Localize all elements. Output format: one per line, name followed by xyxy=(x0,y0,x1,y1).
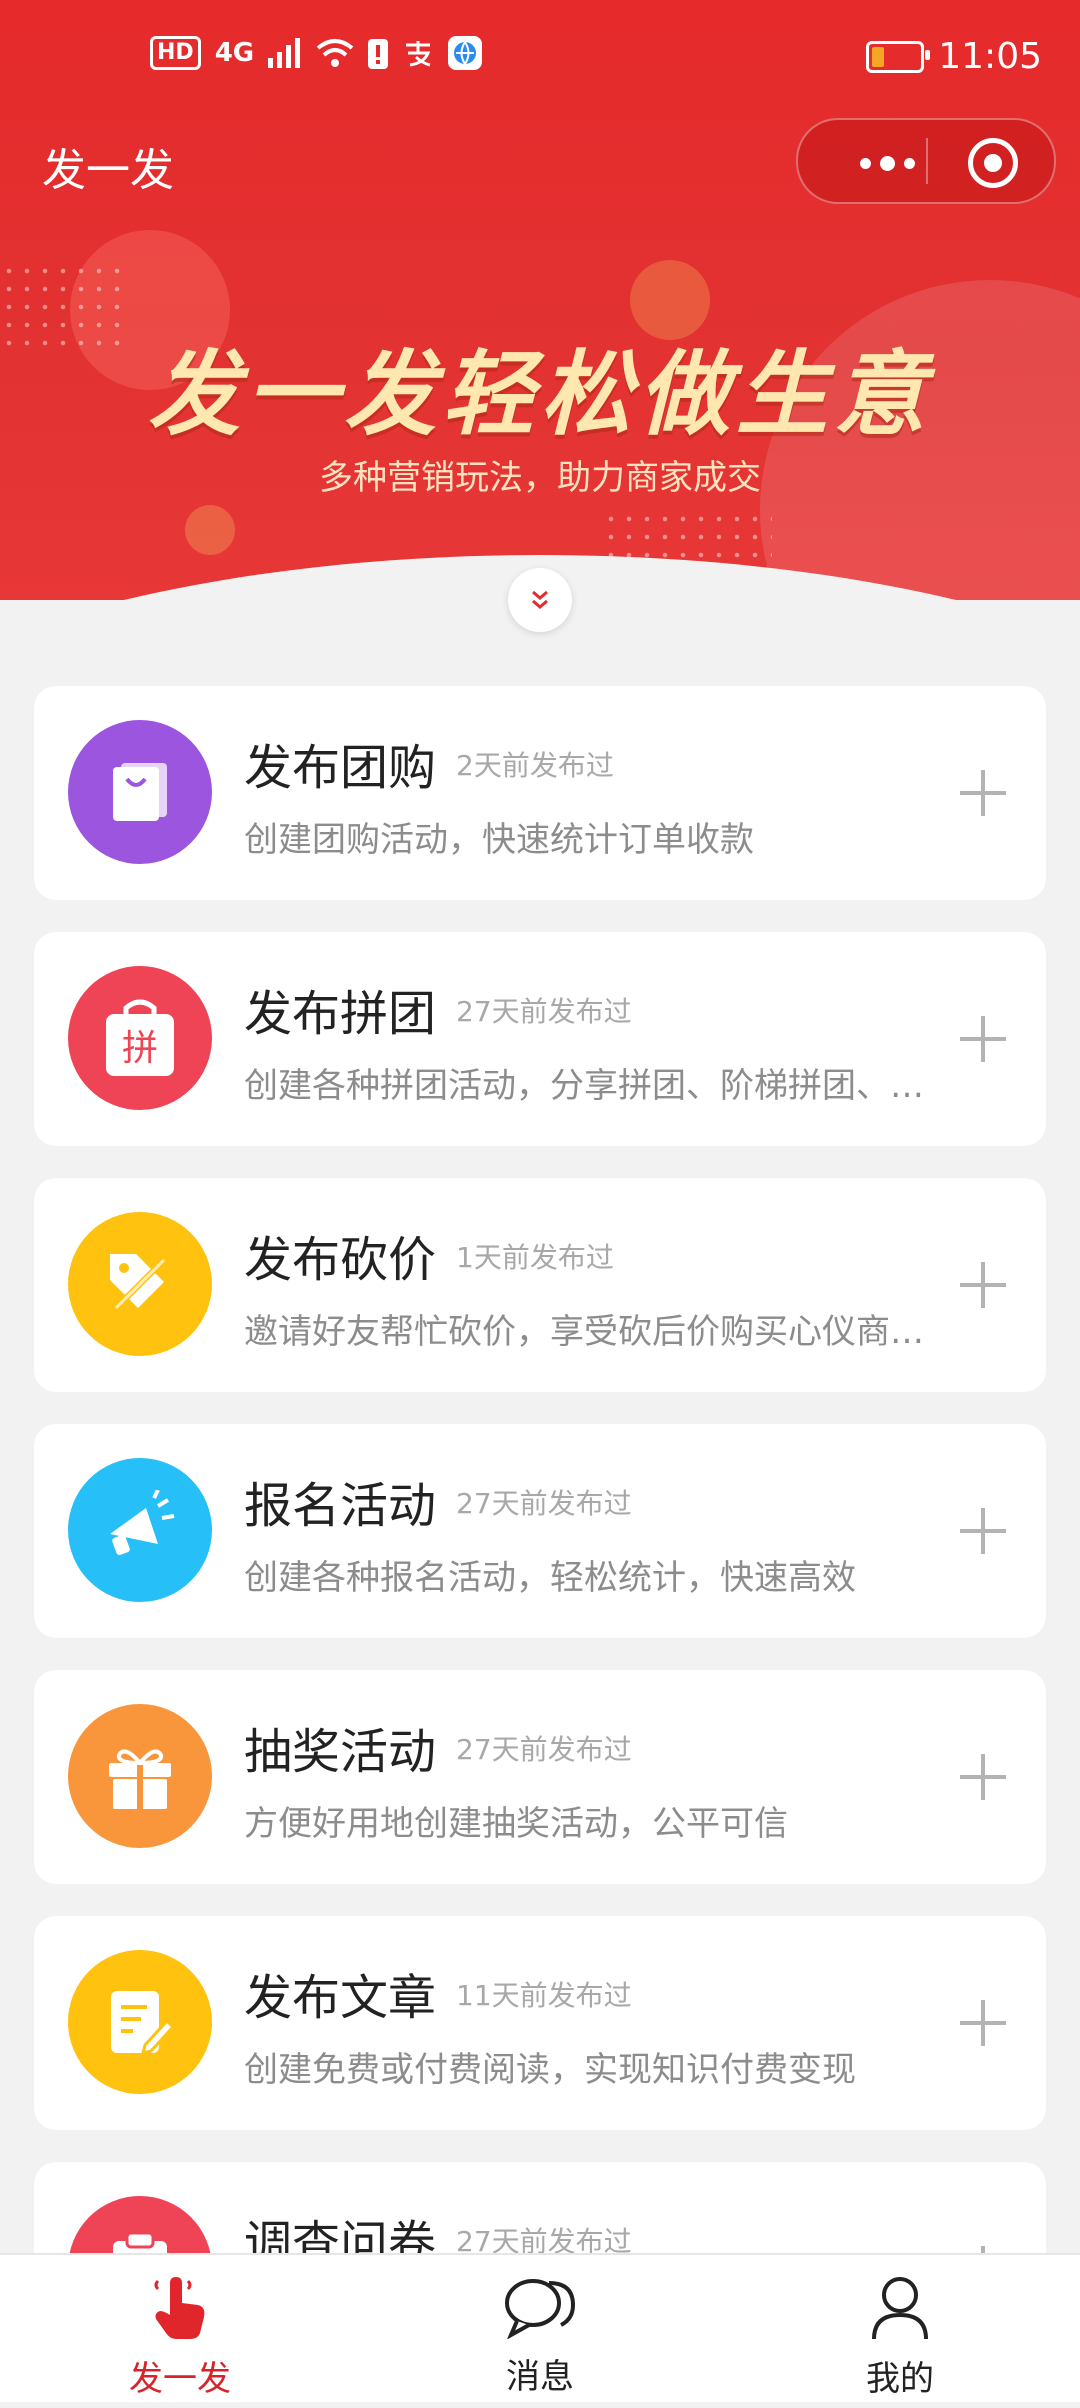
add-icon[interactable] xyxy=(960,1262,1006,1308)
expand-chevron-button[interactable] xyxy=(508,568,572,632)
last-published: 1天前发布过 xyxy=(456,1241,614,1274)
activity-card-lottery[interactable]: 抽奖活动 27天前发布过 方便好用地创建抽奖活动，公平可信 xyxy=(34,1670,1046,1884)
icon-circle xyxy=(68,720,212,864)
activity-card-team-buy[interactable]: 拼 发布拼团 27天前发布过 创建各种拼团活动，分享拼团、阶梯拼团、… xyxy=(34,932,1046,1146)
megaphone-icon xyxy=(110,1490,175,1556)
tab-profile[interactable]: 我的 xyxy=(720,2255,1080,2402)
activity-description: 创建各种拼团活动，分享拼团、阶梯拼团、… xyxy=(244,1066,924,1106)
add-icon[interactable] xyxy=(960,1754,1006,1800)
activity-description: 创建各种报名活动，轻松统计，快速高效 xyxy=(244,1558,856,1598)
capsule-divider xyxy=(926,138,928,184)
close-target-icon[interactable] xyxy=(968,138,1018,188)
shopping-bag-icon xyxy=(113,763,167,821)
alipay-icon xyxy=(406,41,431,67)
activity-title: 发布团购 xyxy=(244,740,437,796)
tab-publish[interactable]: 发一发 xyxy=(0,2255,360,2402)
activity-description: 方便好用地创建抽奖活动，公平可信 xyxy=(244,1804,788,1844)
chat-bubbles-icon xyxy=(505,2279,576,2339)
price-tag-cut-icon xyxy=(109,1253,171,1315)
activity-description: 创建免费或付费阅读，实现知识付费变现 xyxy=(244,2050,856,2090)
activity-description: 邀请好友帮忙砍价，享受砍后价购买心仪商… xyxy=(244,1312,924,1352)
status-bar: HD 4G 11:05 xyxy=(0,0,1080,120)
activity-title: 发布拼团 xyxy=(244,986,437,1042)
activity-card-bargain[interactable]: 发布砍价 1天前发布过 邀请好友帮忙砍价，享受砍后价购买心仪商… xyxy=(34,1178,1046,1392)
activity-card-signup[interactable]: 报名活动 27天前发布过 创建各种报名活动，轻松统计，快速高效 xyxy=(34,1424,1046,1638)
add-icon[interactable] xyxy=(960,1508,1006,1554)
user-icon xyxy=(872,2277,928,2340)
tab-label: 发一发 xyxy=(129,2359,231,2399)
activity-card-group-buy[interactable]: 发布团购 2天前发布过 创建团购活动，快速统计订单收款 xyxy=(34,686,1046,900)
activity-title: 抽奖活动 xyxy=(244,1724,437,1780)
hand-pointer-icon xyxy=(154,2277,205,2339)
tab-label: 我的 xyxy=(866,2359,934,2399)
add-icon[interactable] xyxy=(960,770,1006,816)
last-published: 2天前发布过 xyxy=(456,749,614,782)
add-icon[interactable] xyxy=(960,2000,1006,2046)
hd-indicator: HD xyxy=(150,36,201,70)
svg-text:拼: 拼 xyxy=(122,1028,158,1069)
wifi-icon xyxy=(316,39,354,67)
hero-banner: HD 4G 11:05 发一发 发一发轻松做生意 多种营销玩法，助力商家成交 xyxy=(0,0,1080,600)
network-type: 4G xyxy=(214,38,255,68)
tab-messages[interactable]: 消息 xyxy=(360,2255,720,2402)
page-title: 发一发 xyxy=(42,145,174,196)
icon-circle xyxy=(68,1212,212,1356)
mini-program-capsule xyxy=(796,118,1056,204)
battery-icon xyxy=(866,40,931,73)
hero-title: 发一发轻松做生意 xyxy=(147,341,932,448)
gift-icon xyxy=(109,1749,171,1809)
clock: 11:05 xyxy=(938,36,1042,77)
last-published: 11天前发布过 xyxy=(456,1979,632,2012)
more-icon[interactable] xyxy=(860,156,920,171)
activity-list: 发布团购 2天前发布过 创建团购活动，快速统计订单收款 拼 发布拼团 27天前发… xyxy=(34,686,1046,2408)
icon-circle xyxy=(68,1458,212,1602)
activity-description: 创建团购活动，快速统计订单收款 xyxy=(244,820,754,860)
last-published: 27天前发布过 xyxy=(456,1733,632,1766)
signal-icon xyxy=(268,38,301,68)
activity-title: 发布砍价 xyxy=(244,1232,437,1288)
double-chevron-down-icon xyxy=(532,590,548,609)
activity-title: 报名活动 xyxy=(244,1478,437,1534)
group-buy-bag-icon: 拼 xyxy=(106,999,174,1076)
alert-icon xyxy=(368,39,389,69)
tab-label: 消息 xyxy=(506,2357,574,2397)
icon-circle: 拼 xyxy=(68,966,212,1110)
icon-circle xyxy=(68,1704,212,1848)
last-published: 27天前发布过 xyxy=(456,995,632,1028)
add-icon[interactable] xyxy=(960,1016,1006,1062)
icon-circle xyxy=(68,1950,212,2094)
browser-icon xyxy=(448,36,483,70)
activity-card-article[interactable]: 发布文章 11天前发布过 创建免费或付费阅读，实现知识付费变现 xyxy=(34,1916,1046,2130)
activity-title: 发布文章 xyxy=(244,1970,437,2026)
article-edit-icon xyxy=(111,1991,176,2056)
last-published: 27天前发布过 xyxy=(456,1487,632,1520)
bottom-tab-bar: 发一发 消息 我的 xyxy=(0,2253,1080,2402)
decor-circle xyxy=(185,505,235,555)
hero-subtitle: 多种营销玩法，助力商家成交 xyxy=(319,458,761,498)
